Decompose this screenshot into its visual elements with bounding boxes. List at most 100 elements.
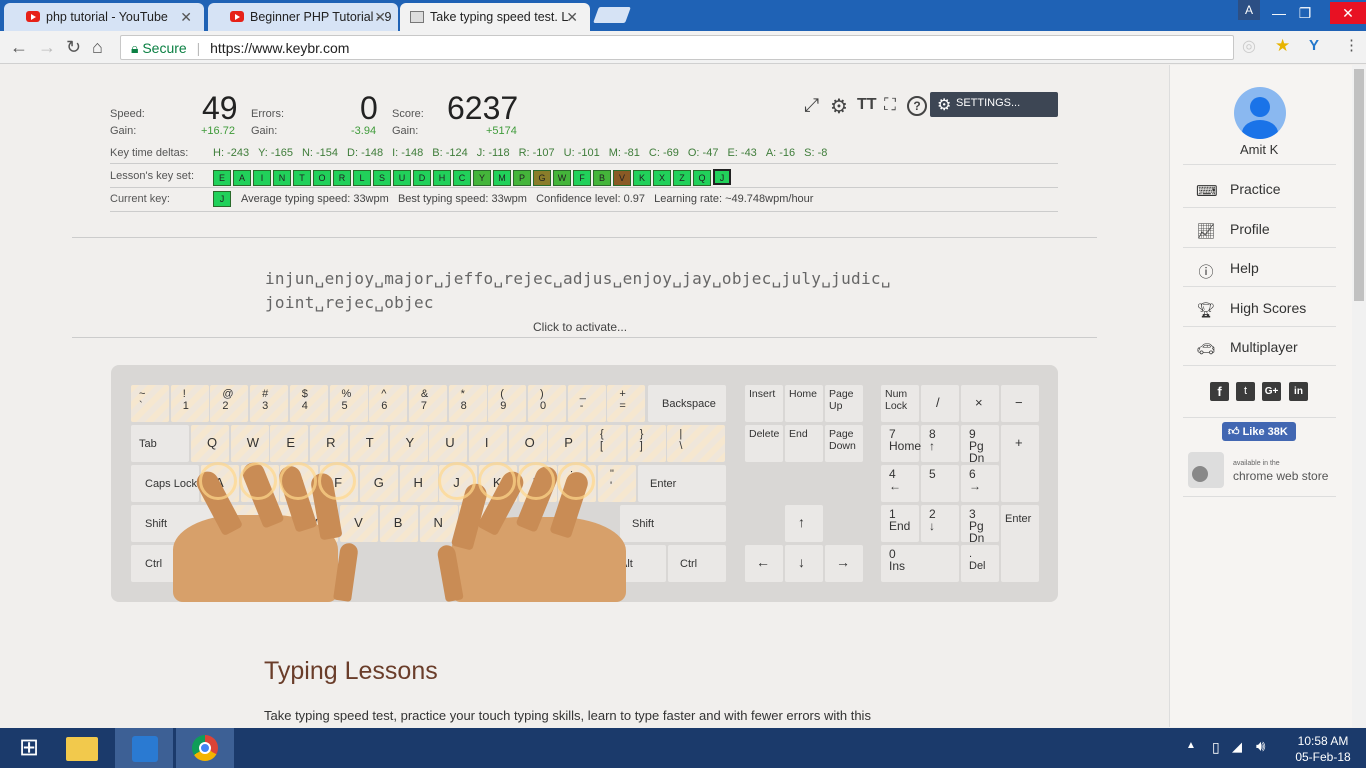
key-num-minus[interactable]: −	[1001, 385, 1039, 422]
key-num-0[interactable]: 0 Ins	[881, 545, 959, 582]
sidebar-item-high-scores[interactable]: 🏆︎ High Scores	[1196, 300, 1306, 319]
key-11[interactable]: _ -	[567, 385, 606, 422]
key-g[interactable]: G	[359, 465, 398, 502]
key-12[interactable]: + =	[607, 385, 646, 422]
extension-y-icon[interactable]: Y	[1309, 37, 1319, 54]
key-quote[interactable]: " '	[598, 465, 636, 502]
key-num-enter[interactable]: Enter	[1001, 505, 1039, 582]
key-p[interactable]: P	[548, 425, 587, 462]
key-delete[interactable]: Delete	[745, 425, 783, 462]
key-tab[interactable]: Tab	[131, 425, 189, 462]
sidebar-item-practice[interactable]: ⌨ Practice	[1196, 181, 1281, 200]
font-size-icon[interactable]: TT	[857, 96, 877, 114]
key-enter[interactable]: Enter	[638, 465, 726, 502]
key-7[interactable]: & 7	[408, 385, 447, 422]
key-arrow-down[interactable]: ↓	[785, 545, 823, 582]
close-icon[interactable]: ✕	[374, 9, 386, 26]
key-num-multiply[interactable]: ×	[961, 385, 999, 422]
key-bracket-2[interactable]: | \	[667, 425, 726, 462]
linkedin-icon[interactable]: in	[1289, 382, 1308, 401]
google-plus-icon[interactable]: G+	[1262, 382, 1281, 401]
key-h[interactable]: H	[399, 465, 438, 502]
key-8[interactable]: * 8	[448, 385, 487, 422]
key-num-5[interactable]: 5	[921, 465, 959, 502]
key-num-lock[interactable]: Num Lock	[881, 385, 919, 422]
key-bracket-1[interactable]: }]	[627, 425, 666, 462]
sidebar-item-profile[interactable]: 📈︎ Profile	[1196, 221, 1269, 240]
key-u[interactable]: U	[429, 425, 468, 462]
key-home[interactable]: Home	[785, 385, 823, 422]
key-arrow-up[interactable]: ↑	[785, 505, 823, 542]
close-icon[interactable]: ✕	[566, 9, 578, 26]
key-num-7[interactable]: 7 Home	[881, 425, 921, 462]
avatar[interactable]	[1234, 87, 1286, 139]
key-caps-lock[interactable]: Caps Lock	[131, 465, 199, 502]
key-0[interactable]: ~ `	[131, 385, 169, 422]
key-num-6[interactable]: 6 →	[961, 465, 999, 502]
key-4[interactable]: $4	[289, 385, 328, 422]
chrome-store-icon[interactable]	[1188, 452, 1224, 488]
gear-icon[interactable]: ⚙	[830, 94, 848, 119]
tab-keybr[interactable]: Take typing speed test. L ✕	[400, 3, 590, 31]
key-num-1[interactable]: 1 End	[881, 505, 919, 542]
back-icon[interactable]: ←	[10, 37, 28, 58]
key-num-3[interactable]: 3 Pg Dn	[961, 505, 999, 544]
key-right-shift[interactable]: Shift	[620, 505, 726, 542]
key-3[interactable]: #3	[250, 385, 289, 422]
lesson-text-area[interactable]: injun␣enjoy␣major␣jeffo␣rejec␣adjus␣enjo…	[265, 267, 891, 315]
expand-icon[interactable]: ⤢	[804, 95, 819, 117]
store-big-text[interactable]: chrome web store	[1233, 469, 1328, 483]
key-1[interactable]: ! 1	[170, 385, 209, 422]
key-arrow-right[interactable]: →	[825, 545, 863, 582]
file-explorer-icon[interactable]	[54, 728, 112, 768]
click-to-activate[interactable]: Click to activate...	[533, 320, 627, 334]
key-5[interactable]: % 5	[329, 385, 368, 422]
sidebar-item-help[interactable]: ⓘ Help	[1196, 260, 1258, 281]
address-bar[interactable]: 🔒︎ Secure | https://www.keybr.com	[120, 35, 1234, 60]
key-q[interactable]: Q	[191, 425, 229, 462]
scrollbar-thumb[interactable]	[1354, 69, 1364, 301]
key-num-plus[interactable]: +	[1001, 425, 1039, 502]
key-r[interactable]: R	[310, 425, 349, 462]
tab-php-tutorial[interactable]: php tutorial - YouTube ✕	[4, 3, 204, 31]
key-6[interactable]: ^ 6	[369, 385, 408, 422]
key-v[interactable]: V	[340, 505, 379, 542]
key-num-2[interactable]: 2 ↓	[921, 505, 959, 542]
bookmark-star-icon[interactable]: ★	[1275, 36, 1290, 56]
settings-button[interactable]: ⚙ SETTINGS...	[930, 92, 1058, 117]
key-i[interactable]: I	[468, 425, 507, 462]
key-o[interactable]: O	[508, 425, 547, 462]
key-backspace[interactable]: Backspace	[648, 385, 726, 422]
key-n[interactable]: N	[419, 505, 458, 542]
minimize-icon[interactable]: —	[1266, 2, 1292, 24]
reload-icon[interactable]: ↻	[66, 37, 81, 58]
volume-icon[interactable]: 🔊︎	[1256, 738, 1265, 755]
key-num-8[interactable]: 8 ↑	[921, 425, 959, 462]
user-name[interactable]: Amit K	[1240, 142, 1278, 157]
key-num-decimal[interactable]: . Del	[961, 545, 999, 582]
key-t[interactable]: T	[349, 425, 388, 462]
key-page-up[interactable]: Page Up	[825, 385, 863, 422]
scrollbar[interactable]	[1352, 65, 1366, 727]
key-right-ctrl[interactable]: Ctrl	[668, 545, 726, 582]
profile-badge[interactable]: A	[1238, 0, 1260, 20]
forward-icon[interactable]: →	[38, 37, 56, 58]
battery-icon[interactable]: ▯	[1212, 739, 1220, 756]
twitter-icon[interactable]: t	[1236, 382, 1255, 401]
tray-chevron-icon[interactable]: ▲	[1186, 740, 1196, 751]
key-b[interactable]: B	[379, 505, 418, 542]
key-bracket-0[interactable]: {[	[588, 425, 626, 462]
key-num-divide[interactable]: /	[921, 385, 959, 422]
restore-icon[interactable]: ❐	[1292, 2, 1318, 24]
key-2[interactable]: @2	[210, 385, 249, 422]
key-10[interactable]: ) 0	[528, 385, 566, 422]
network-icon[interactable]: ◢	[1232, 739, 1242, 755]
chrome-icon[interactable]	[176, 728, 234, 768]
key-num-9[interactable]: 9 Pg Dn	[961, 425, 999, 464]
key-end[interactable]: End	[785, 425, 823, 462]
vscode-icon[interactable]	[115, 728, 173, 768]
extension-icon[interactable]: ◎	[1242, 36, 1256, 56]
menu-icon[interactable]: ⋮	[1344, 36, 1359, 54]
key-insert[interactable]: Insert	[745, 385, 783, 422]
key-num-4[interactable]: 4 ←	[881, 465, 919, 502]
